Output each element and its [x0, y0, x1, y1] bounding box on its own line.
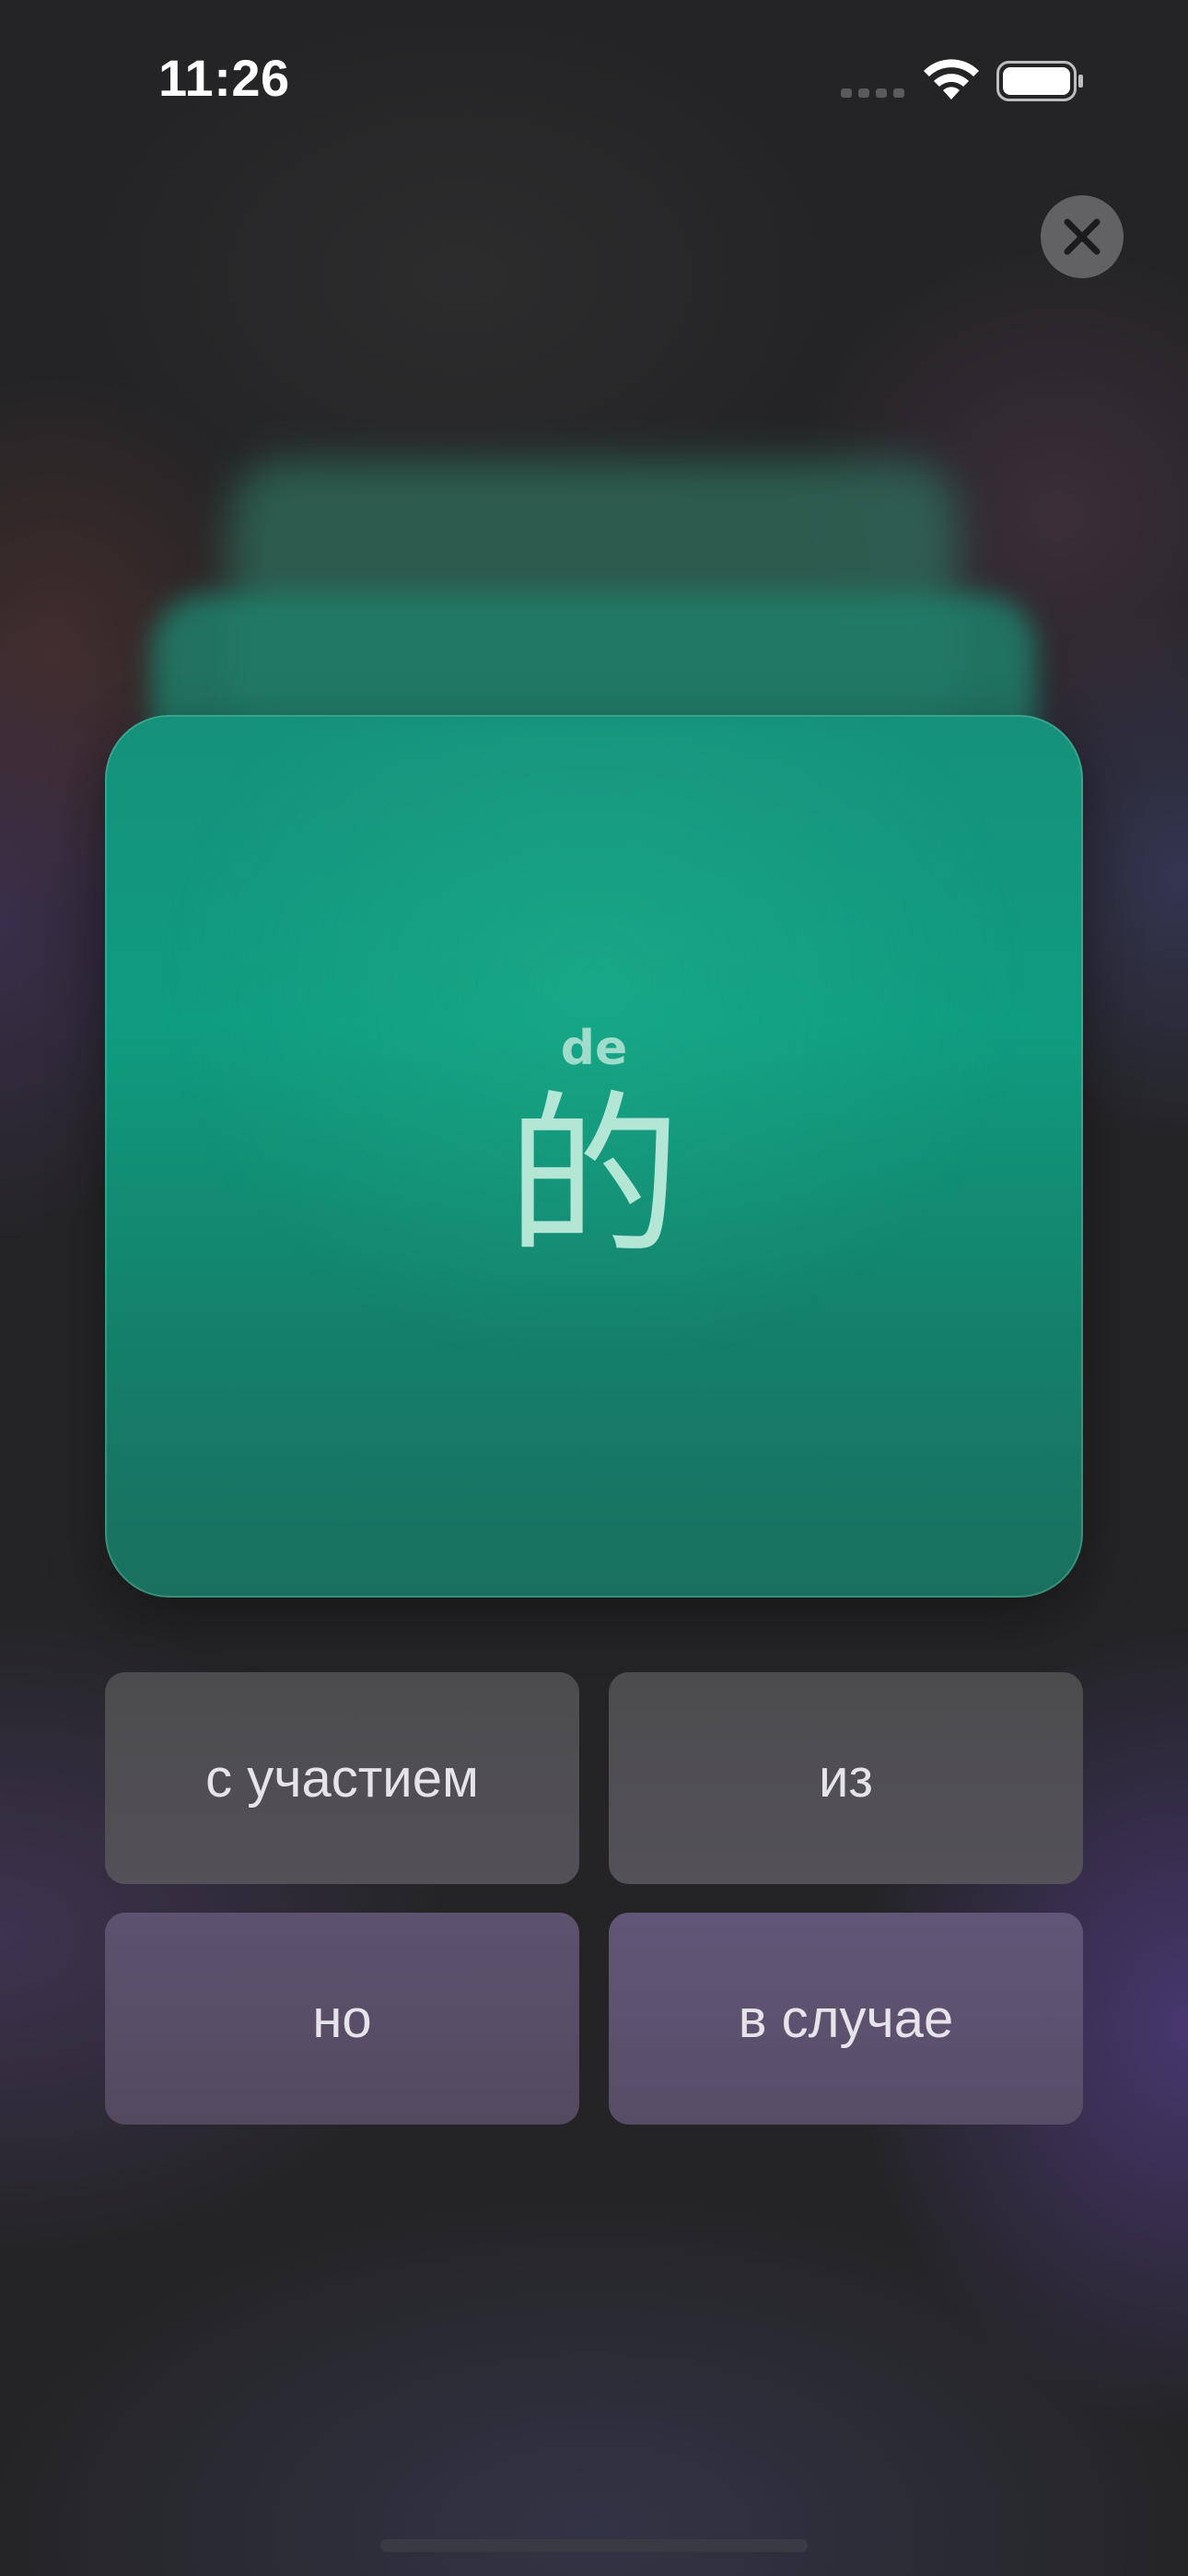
- battery-full-icon: [996, 61, 1083, 101]
- card-character: 的: [506, 1075, 681, 1279]
- flashcard[interactable]: de 的: [105, 715, 1083, 1598]
- status-time: 11:26: [158, 49, 290, 107]
- wifi-icon: [924, 59, 979, 100]
- close-icon: [1064, 218, 1101, 255]
- answer-button-2[interactable]: из: [609, 1672, 1083, 1884]
- close-button[interactable]: [1041, 195, 1124, 278]
- status-bar: 11:26: [0, 0, 1188, 157]
- cellular-signal-icon: [841, 88, 904, 98]
- answer-button-4[interactable]: в случае: [609, 1913, 1083, 2125]
- answer-button-1[interactable]: с участием: [105, 1672, 579, 1884]
- home-indicator: [380, 2539, 808, 2552]
- answer-button-3[interactable]: но: [105, 1913, 579, 2125]
- card-pinyin: de: [560, 1021, 628, 1076]
